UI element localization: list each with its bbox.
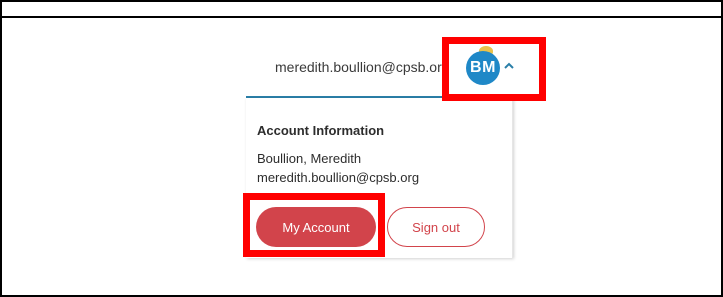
my-account-highlight-box xyxy=(243,193,385,257)
sign-out-button[interactable]: Sign out xyxy=(387,207,485,247)
caption-divider xyxy=(0,0,723,18)
sign-out-label: Sign out xyxy=(412,219,460,235)
avatar-highlight-box xyxy=(442,37,546,101)
header-email: meredith.boullion@cpsb.org xyxy=(275,59,450,75)
account-user-name: Boullion, Meredith xyxy=(257,151,362,166)
account-user-email: meredith.boullion@cpsb.org xyxy=(257,170,420,185)
account-info-title: Account Information xyxy=(257,123,385,138)
